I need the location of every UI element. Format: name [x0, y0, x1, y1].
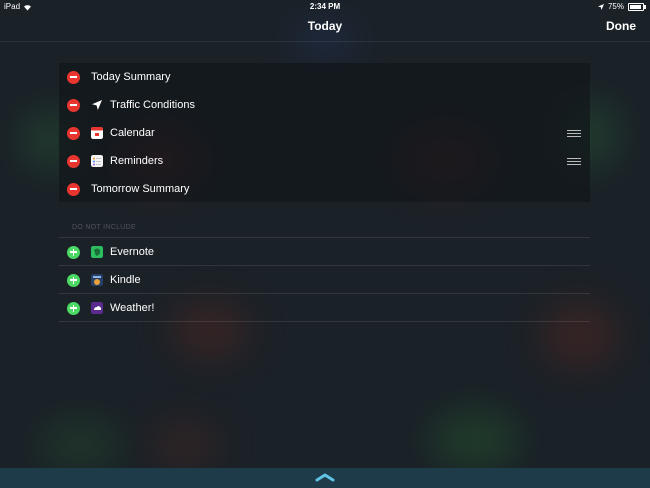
- minus-icon: [70, 160, 77, 162]
- navigation-bar: Today Done: [0, 14, 650, 42]
- list-item-tomorrow-summary: Tomorrow Summary: [59, 175, 590, 203]
- remove-button[interactable]: [67, 98, 80, 112]
- location-arrow-icon: [92, 100, 102, 110]
- list-item-calendar: Calendar: [59, 119, 590, 147]
- done-button[interactable]: Done: [606, 19, 636, 33]
- page-title: Today: [307, 19, 343, 33]
- widget-label: Weather!: [110, 302, 155, 314]
- list-item-traffic-conditions: Traffic Conditions: [59, 91, 590, 119]
- kindle-app-icon: [91, 274, 103, 286]
- evernote-app-icon: [91, 246, 103, 258]
- remove-button[interactable]: [67, 154, 80, 168]
- minus-icon: [70, 76, 77, 78]
- add-button[interactable]: [67, 245, 80, 259]
- clock: 2:34 PM: [309, 2, 341, 11]
- weather-app-icon: [91, 302, 103, 314]
- minus-icon: [70, 188, 77, 190]
- battery-icon: [628, 3, 646, 11]
- minus-icon: [70, 132, 77, 134]
- remove-button[interactable]: [67, 126, 80, 140]
- widget-label: Reminders: [110, 155, 164, 167]
- widget-label: Today Summary: [91, 71, 171, 83]
- minus-icon: [70, 104, 77, 106]
- add-button[interactable]: [67, 301, 80, 315]
- battery-percent: 75%: [607, 2, 624, 11]
- remove-button[interactable]: [67, 182, 80, 196]
- calendar-app-icon: [91, 127, 103, 139]
- remove-button[interactable]: [67, 70, 80, 84]
- reorder-handle-icon[interactable]: [567, 158, 581, 165]
- widget-label: Evernote: [110, 246, 155, 258]
- widget-label: Tomorrow Summary: [91, 183, 190, 195]
- list-item-weather: Weather!: [59, 294, 590, 322]
- divider: [59, 321, 590, 322]
- add-button[interactable]: [67, 273, 80, 287]
- status-bar: iPad 2:34 PM 75%: [0, 0, 650, 14]
- list-item-evernote: Evernote: [59, 238, 590, 266]
- chevron-up-icon[interactable]: [315, 472, 335, 482]
- widget-label: Calendar: [110, 127, 155, 139]
- widget-label: Kindle: [110, 274, 141, 286]
- list-item-kindle: Kindle: [59, 266, 590, 294]
- included-widgets-list: Today Summary Traffic Conditions Calenda…: [59, 63, 590, 202]
- list-item-today-summary: Today Summary: [59, 63, 590, 91]
- reorder-handle-icon[interactable]: [567, 130, 581, 137]
- widget-label: Traffic Conditions: [110, 99, 195, 111]
- list-item-reminders: Reminders: [59, 147, 590, 175]
- section-header-do-not-include: DO NOT INCLUDE: [72, 224, 136, 231]
- reminders-app-icon: [91, 155, 103, 167]
- location-services-icon: [597, 4, 604, 10]
